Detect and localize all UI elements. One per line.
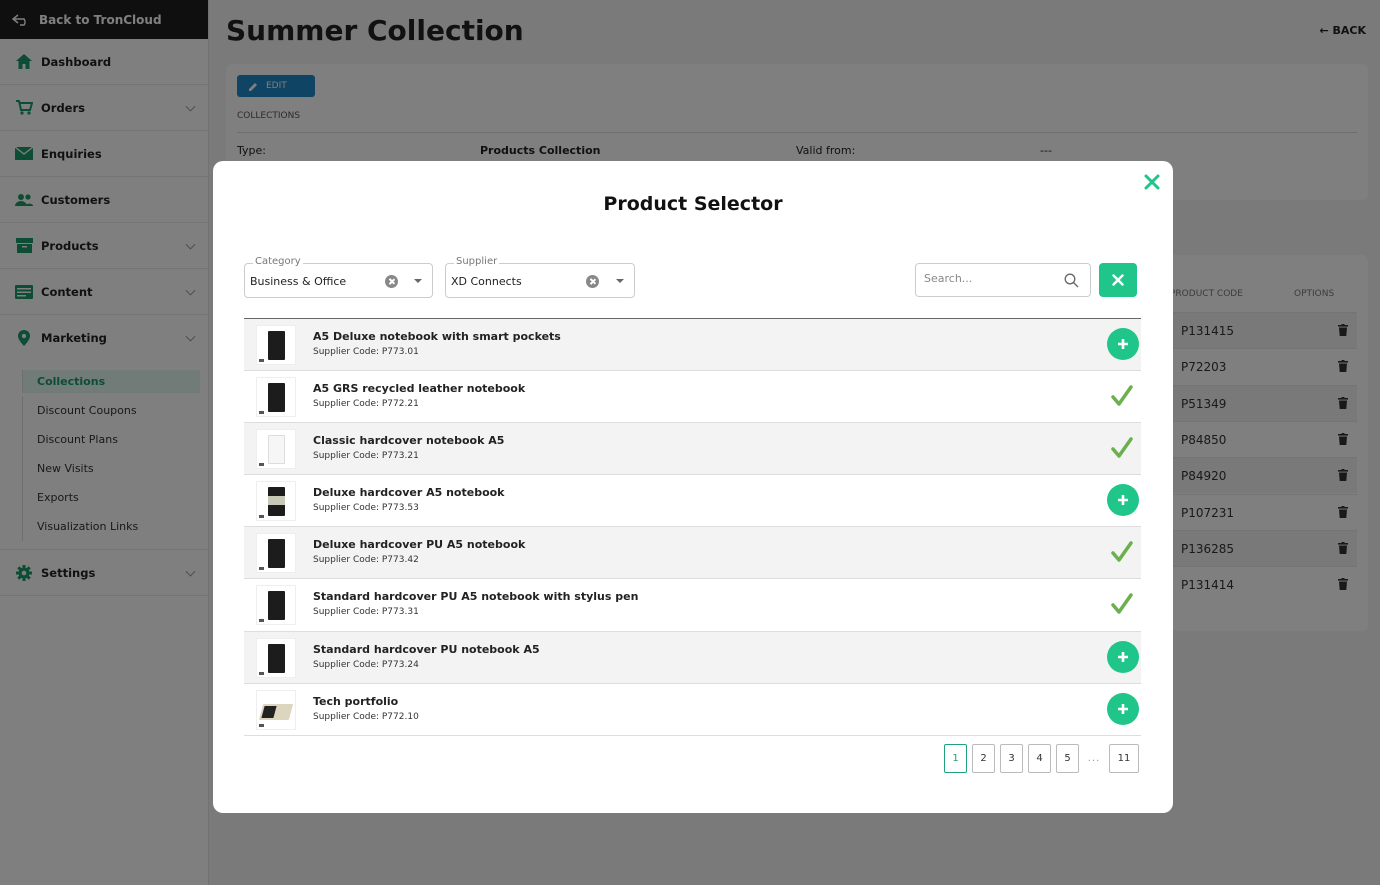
product-name: Classic hardcover notebook A5	[313, 434, 505, 448]
product-row: Deluxe hardcover A5 notebook Supplier Cod…	[244, 475, 1141, 528]
modal-title: Product Selector	[603, 193, 783, 215]
product-row: A5 Deluxe notebook with smart pockets Sup…	[244, 319, 1141, 372]
supplier-select-value: XD Connects	[451, 275, 522, 288]
category-select[interactable]: Category Business & Office	[244, 256, 433, 298]
product-row: Standard hardcover PU notebook A5 Supplie…	[244, 631, 1141, 684]
check-icon	[1111, 437, 1133, 458]
category-select-value: Business & Office	[250, 275, 347, 288]
supplier-code: Supplier Code: P773.24	[313, 659, 419, 670]
search-icon[interactable]	[1064, 273, 1079, 288]
product-selector-modal: Product Selector Category Business & Off…	[213, 161, 1173, 813]
product-row: Tech portfolio Supplier Code: P772.10	[244, 684, 1141, 736]
product-thumbnail	[256, 481, 296, 522]
clear-supplier-icon[interactable]	[586, 275, 599, 288]
product-name: A5 Deluxe notebook with smart pockets	[313, 330, 561, 343]
check-icon	[1111, 593, 1133, 615]
supplier-code: Supplier Code: P773.53	[313, 503, 419, 514]
page-button-last[interactable]: 11	[1109, 744, 1139, 773]
product-name: Deluxe hardcover PU A5 notebook	[313, 538, 526, 552]
add-product-button[interactable]	[1107, 484, 1139, 517]
dropdown-arrow-icon[interactable]	[414, 279, 422, 283]
check-icon	[1111, 541, 1133, 563]
supplier-code: Supplier Code: P772.10	[313, 711, 419, 722]
check-icon	[1111, 385, 1133, 406]
add-product-button[interactable]	[1107, 640, 1139, 673]
product-thumbnail	[256, 637, 296, 678]
clear-category-icon[interactable]	[385, 275, 398, 288]
product-thumbnail	[256, 689, 296, 730]
supplier-select-label: Supplier	[454, 256, 500, 267]
pagination-ellipsis: ...	[1084, 744, 1104, 773]
close-icon[interactable]	[1143, 173, 1161, 191]
product-thumbnail	[256, 533, 296, 574]
product-list: A5 Deluxe notebook with smart pockets Sup…	[244, 318, 1141, 736]
product-name: Standard hardcover PU A5 notebook with s…	[313, 590, 639, 604]
product-thumbnail	[256, 429, 296, 470]
dropdown-arrow-icon[interactable]	[616, 279, 624, 283]
category-select-label: Category	[253, 256, 303, 267]
add-product-button[interactable]	[1107, 692, 1139, 725]
plus-icon	[1118, 495, 1128, 506]
add-product-button[interactable]	[1107, 328, 1139, 360]
supplier-code: Supplier Code: P772.21	[313, 399, 419, 410]
page-button-3[interactable]: 3	[1000, 744, 1023, 773]
product-thumbnail	[256, 585, 296, 626]
product-thumbnail	[256, 377, 296, 418]
clear-filters-button[interactable]	[1099, 263, 1137, 297]
product-row: Deluxe hardcover PU A5 notebook Supplier …	[244, 527, 1141, 580]
supplier-select[interactable]: Supplier XD Connects	[445, 256, 635, 298]
search-input[interactable]	[924, 272, 1064, 285]
close-icon	[1112, 274, 1124, 286]
plus-icon	[1118, 651, 1128, 662]
page-button-5[interactable]: 5	[1056, 744, 1079, 773]
supplier-code: Supplier Code: P773.21	[313, 451, 419, 462]
product-name: Deluxe hardcover A5 notebook	[313, 486, 505, 500]
product-name: Standard hardcover PU notebook A5	[313, 642, 540, 656]
supplier-code: Supplier Code: P773.31	[313, 607, 419, 618]
page-button-4[interactable]: 4	[1028, 744, 1051, 773]
supplier-code: Supplier Code: P773.42	[313, 555, 419, 566]
supplier-code: Supplier Code: P773.01	[313, 347, 419, 357]
pagination: 1 2 3 4 5... 11	[944, 744, 1139, 773]
page-button-2[interactable]: 2	[972, 744, 995, 773]
product-row: A5 GRS recycled leather notebook Supplier…	[244, 371, 1141, 424]
page-button-1[interactable]: 1	[944, 744, 967, 773]
product-name: A5 GRS recycled leather notebook	[313, 382, 526, 396]
product-row: Standard hardcover PU A5 notebook with s…	[244, 579, 1141, 632]
product-thumbnail	[256, 325, 296, 365]
product-name: Tech portfolio	[313, 694, 399, 708]
search-box	[915, 263, 1091, 297]
product-row: Classic hardcover notebook A5 Supplier Co…	[244, 423, 1141, 476]
plus-icon	[1118, 339, 1128, 349]
plus-icon	[1118, 703, 1128, 714]
